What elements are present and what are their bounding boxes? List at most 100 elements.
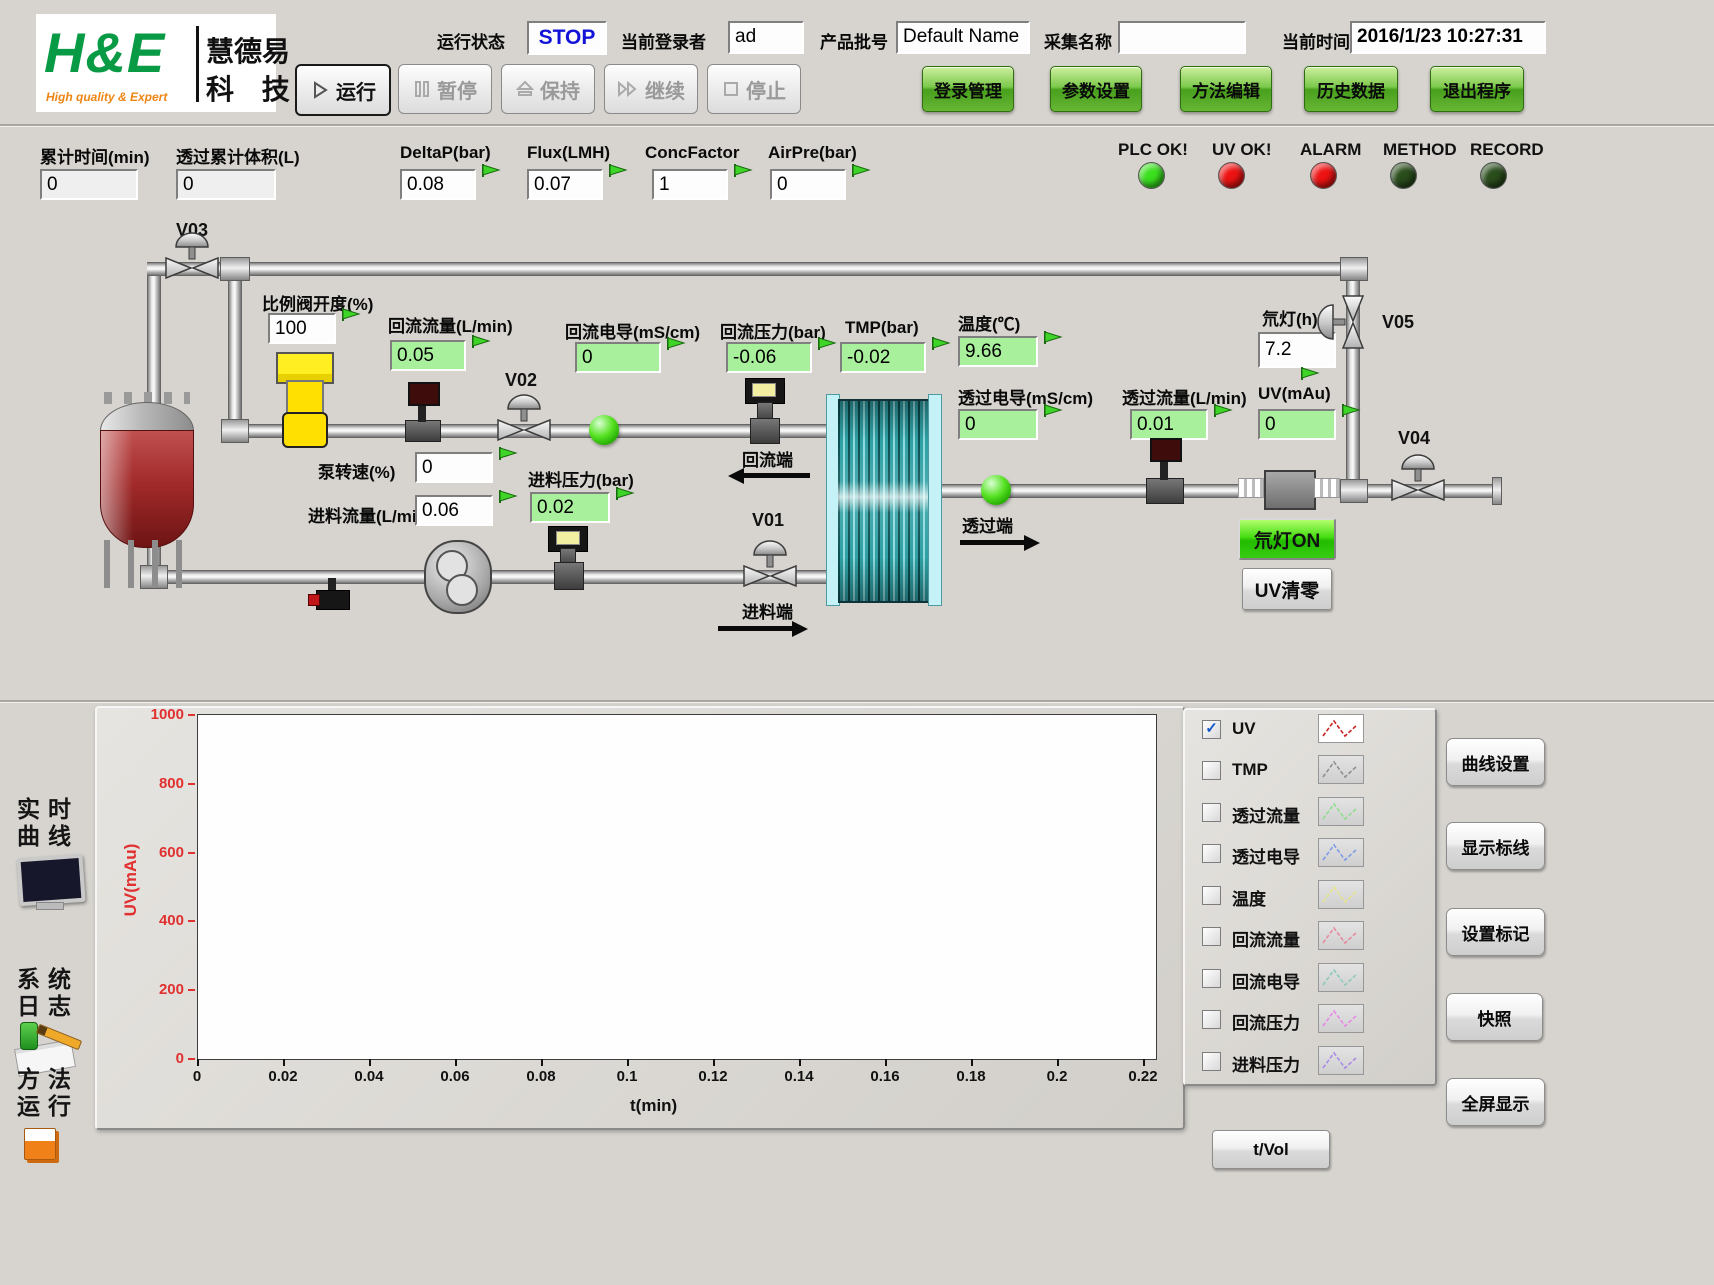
- hold-button[interactable]: 保持: [501, 64, 595, 114]
- method-edit-button[interactable]: 方法编辑: [1180, 66, 1272, 112]
- lamp-on-button[interactable]: 氘灯ON: [1238, 518, 1336, 560]
- legend-sample-perm-flow[interactable]: [1318, 797, 1364, 826]
- run-status-value: STOP: [527, 21, 607, 55]
- valve-v01-label: V01: [752, 510, 784, 531]
- logo-text: H&E: [44, 20, 165, 85]
- feed-flow-label: 进料流量(L/min): [308, 502, 433, 527]
- concfactor-flag-icon: [733, 163, 753, 178]
- pump-speed-flag-icon: [498, 446, 518, 461]
- pipe-top-main: [147, 262, 1358, 276]
- reflux-flow-label: 回流流量(L/min): [388, 312, 513, 337]
- pump-speed-value[interactable]: 0: [415, 452, 493, 483]
- chart-xlabel: t(min): [630, 1096, 677, 1116]
- valve-v02-label: V02: [505, 370, 537, 391]
- tank-body: [100, 430, 194, 548]
- legend-sample-temperature[interactable]: [1318, 880, 1364, 909]
- xtick-0: 0: [172, 1068, 222, 1085]
- sidebar-method-line2: 运行: [8, 1093, 88, 1120]
- snapshot-button[interactable]: 快照: [1446, 993, 1543, 1041]
- logo-tagline: High quality & Expert: [46, 90, 167, 104]
- legend-sample-reflux-press[interactable]: [1318, 1004, 1364, 1033]
- logo-divider: [196, 26, 199, 102]
- drain-device: [316, 590, 350, 610]
- batch-field[interactable]: Default Name: [896, 21, 1030, 54]
- stop-button[interactable]: 停止: [707, 64, 801, 114]
- legend-checkbox-perm-cond[interactable]: [1202, 844, 1221, 863]
- continue-button-label: 继续: [645, 75, 685, 104]
- feed-flow-flag-icon: [498, 489, 518, 504]
- perm-volume-value: 0: [176, 169, 276, 200]
- book-icon: [24, 1128, 56, 1160]
- legend-sample-reflux-flow[interactable]: [1318, 921, 1364, 950]
- perm-flow-sensor: [1150, 438, 1182, 462]
- run-button[interactable]: 运行: [295, 64, 391, 116]
- ytick-800: 800: [138, 775, 184, 792]
- login-manage-button[interactable]: 登录管理: [922, 66, 1014, 112]
- reflux-flow-value: 0.05: [390, 340, 466, 371]
- valve-v01: [740, 539, 800, 587]
- flux-flag-icon: [608, 163, 628, 178]
- feed-press-sensor-block: [554, 562, 584, 590]
- prop-valve-value[interactable]: 100: [268, 313, 336, 344]
- elbow-reflux-left: [221, 419, 249, 443]
- legend-checkbox-uv[interactable]: ✓: [1202, 720, 1221, 739]
- stop-icon: [722, 80, 740, 98]
- legend-sample-uv[interactable]: [1318, 714, 1364, 743]
- fullscreen-button[interactable]: 全屏显示: [1446, 1078, 1545, 1126]
- tvol-button[interactable]: t/Vol: [1212, 1130, 1330, 1169]
- reflux-press-label: 回流压力(bar): [720, 318, 826, 343]
- hold-button-label: 保持: [540, 75, 580, 104]
- airpre-value: 0: [770, 169, 846, 200]
- valve-v02: [494, 393, 554, 441]
- legend-checkbox-reflux-cond[interactable]: [1202, 969, 1221, 988]
- xtick-7: 0.14: [774, 1068, 824, 1085]
- collect-field[interactable]: [1118, 21, 1246, 54]
- legend-sample-tmp[interactable]: [1318, 755, 1364, 784]
- legend-sample-reflux-cond[interactable]: [1318, 963, 1364, 992]
- ytick-400: 400: [138, 912, 184, 929]
- xtick-2: 0.04: [344, 1068, 394, 1085]
- legend-checkbox-temperature[interactable]: [1202, 886, 1221, 905]
- prop-valve-flag-icon: [341, 307, 361, 322]
- legend-sample-perm-cond[interactable]: [1318, 838, 1364, 867]
- log-bottle-icon: [20, 1022, 38, 1050]
- curve-settings-button[interactable]: 曲线设置: [1446, 738, 1545, 786]
- continue-button[interactable]: 继续: [604, 64, 698, 114]
- reflux-flow-sensor-flange: [405, 420, 441, 442]
- legend-checkbox-feed-press[interactable]: [1202, 1052, 1221, 1071]
- sidebar-item-system-log[interactable]: 系统 日志: [8, 966, 88, 1020]
- feed-flow-value[interactable]: 0.06: [415, 495, 493, 526]
- legend-checkbox-reflux-flow[interactable]: [1202, 927, 1221, 946]
- ytick-600: 600: [138, 844, 184, 861]
- feed-press-value: 0.02: [530, 492, 610, 523]
- uv-flow-cell: [1264, 470, 1316, 510]
- user-field[interactable]: ad: [728, 21, 804, 54]
- exit-program-button[interactable]: 退出程序: [1430, 66, 1524, 112]
- history-data-button[interactable]: 历史数据: [1304, 66, 1398, 112]
- sidebar-item-method-run[interactable]: 方法 运行: [8, 1066, 88, 1120]
- method-label: METHOD: [1383, 140, 1457, 160]
- method-led: [1390, 162, 1417, 189]
- uv-label: UV(mAu): [1258, 384, 1331, 404]
- plc-ok-label: PLC OK!: [1118, 140, 1188, 160]
- legend-checkbox-reflux-press[interactable]: [1202, 1010, 1221, 1029]
- legend-checkbox-tmp[interactable]: [1202, 761, 1221, 780]
- set-marks-button[interactable]: 设置标记: [1446, 908, 1545, 956]
- temperature-flag-icon: [1043, 330, 1063, 345]
- show-markers-button[interactable]: 显示标线: [1446, 822, 1545, 870]
- perm-volume-label: 透过累计体积(L): [176, 143, 300, 168]
- pause-button[interactable]: 暂停: [398, 64, 492, 114]
- deltap-value: 0.08: [400, 169, 476, 200]
- legend-sample-feed-press[interactable]: [1318, 1046, 1364, 1075]
- pump-speed-label: 泵转速(%): [318, 458, 395, 483]
- sidebar-realtime-line2: 曲线: [8, 823, 88, 850]
- tee-permeate: [1340, 479, 1368, 503]
- param-setting-button[interactable]: 参数设置: [1050, 66, 1142, 112]
- legend-checkbox-perm-flow[interactable]: [1202, 803, 1221, 822]
- concfactor-value: 1: [652, 169, 728, 200]
- uv-zero-button[interactable]: UV清零: [1242, 568, 1332, 610]
- feed-press-flag-icon: [615, 486, 635, 501]
- sidebar-item-realtime-curve[interactable]: 实时 曲线: [8, 796, 88, 850]
- concfactor-label: ConcFactor: [645, 143, 739, 163]
- reflux-sightglass-ball: [589, 415, 619, 445]
